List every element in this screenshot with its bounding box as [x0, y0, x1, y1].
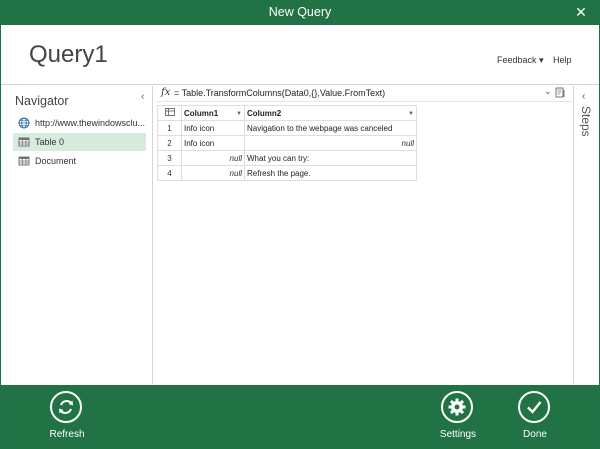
table-row[interactable]: 1 Info icon Navigation to the webpage wa… — [157, 120, 417, 136]
steps-label: Steps — [579, 106, 593, 137]
chevron-down-icon[interactable]: ▼ — [408, 111, 414, 117]
data-preview-table: Column1 ▼ Column2 ▼ 1 Info icon Navigation… — [157, 105, 417, 181]
navigator-item-table-0[interactable]: Table 0 — [13, 133, 146, 151]
fx-icon: fx — [161, 87, 171, 98]
done-label: Done — [523, 429, 547, 440]
navigator-pane: Navigator ‹ http://www.thewindowsclu... … — [1, 86, 153, 384]
table-icon — [18, 136, 30, 148]
chevron-down-icon[interactable]: ⌄ — [544, 86, 552, 97]
table-header-row: Column1 ▼ Column2 ▼ — [157, 105, 417, 121]
query-editor-window: New Query ✕ Query1 Feedback ▾ Help Navig… — [0, 0, 600, 449]
table-cell[interactable]: Info icon — [181, 120, 245, 136]
column-header-label: Column1 — [184, 108, 219, 118]
gear-icon — [441, 391, 473, 423]
table-cell[interactable]: Info icon — [181, 135, 245, 151]
row-number: 2 — [157, 135, 182, 151]
chevron-down-icon[interactable]: ▼ — [236, 111, 242, 117]
row-number: 4 — [157, 165, 182, 181]
feedback-dropdown[interactable]: Feedback ▾ — [497, 55, 544, 66]
column-header-column1[interactable]: Column1 ▼ — [181, 105, 245, 121]
collapse-navigator-icon[interactable]: ‹ — [141, 91, 144, 102]
row-number: 3 — [157, 150, 182, 166]
query-name: Query1 — [29, 41, 108, 68]
column-header-label: Column2 — [247, 108, 282, 118]
help-link[interactable]: Help — [553, 55, 572, 65]
table-row[interactable]: 4 null Refresh the page. — [157, 165, 417, 181]
navigator-item-label: http://www.thewindowsclu... — [35, 118, 146, 128]
refresh-label: Refresh — [49, 429, 85, 440]
title-bar: New Query ✕ — [1, 1, 599, 25]
table-select-all-icon[interactable] — [157, 105, 182, 121]
formula-bar: fx = Table.TransformColumns(Data0,{},Val… — [157, 86, 572, 102]
table-cell[interactable]: What you can try: — [244, 150, 417, 166]
settings-label: Settings — [439, 429, 477, 440]
table-cell-null[interactable]: null — [244, 135, 417, 151]
table-row[interactable]: 2 Info icon null — [157, 135, 417, 151]
navigator-item-source-url[interactable]: http://www.thewindowsclu... — [13, 114, 146, 132]
row-number: 1 — [157, 120, 182, 136]
navigator-item-document[interactable]: Document — [13, 152, 146, 170]
refresh-button[interactable]: Refresh — [35, 391, 99, 445]
navigator-item-label: Table 0 — [35, 137, 65, 147]
table-cell-null[interactable]: null — [181, 150, 245, 166]
navigator-item-label: Document — [35, 156, 77, 166]
table-cell[interactable]: Refresh the page. — [244, 165, 417, 181]
navigator-title: Navigator — [15, 94, 69, 108]
bottom-action-bar: Refresh Settings Done — [1, 385, 599, 449]
refresh-icon — [50, 391, 82, 423]
query-header: Query1 Feedback ▾ Help — [1, 25, 599, 85]
table-icon — [18, 155, 30, 167]
table-cell[interactable]: Navigation to the webpage was canceled — [244, 120, 417, 136]
checkmark-icon — [518, 391, 550, 423]
advanced-editor-icon[interactable] — [555, 87, 566, 101]
table-cell-null[interactable]: null — [181, 165, 245, 181]
done-button[interactable]: Done — [503, 391, 567, 445]
steps-pane[interactable]: ‹ Steps — [573, 86, 599, 384]
globe-icon — [18, 117, 30, 129]
table-row[interactable]: 3 null What you can try: — [157, 150, 417, 166]
column-header-column2[interactable]: Column2 ▼ — [244, 105, 417, 121]
expand-steps-icon[interactable]: ‹ — [582, 91, 585, 102]
settings-button[interactable]: Settings — [426, 391, 490, 445]
formula-input[interactable]: = Table.TransformColumns(Data0,{},Value.… — [174, 88, 385, 98]
window-title: New Query — [268, 5, 332, 19]
close-icon[interactable]: ✕ — [571, 3, 591, 21]
